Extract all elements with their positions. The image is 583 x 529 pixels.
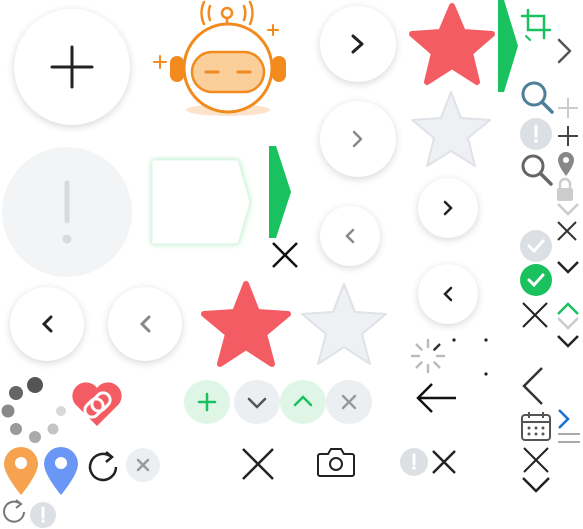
next-button[interactable] <box>320 6 396 82</box>
calendar-icon[interactable] <box>520 410 552 442</box>
alert-icon <box>41 506 45 523</box>
close-icon[interactable] <box>522 446 550 474</box>
map-pin-icon[interactable] <box>2 445 40 497</box>
alert-badge <box>520 118 552 150</box>
chevron-left-icon <box>443 286 453 302</box>
search-icon[interactable] <box>520 80 554 114</box>
map-pin-icon[interactable] <box>42 445 80 497</box>
robot-mascot <box>144 0 294 120</box>
clear-button[interactable] <box>126 448 160 482</box>
lock-icon[interactable] <box>554 176 576 202</box>
refresh-icon[interactable] <box>0 498 28 526</box>
chevron-down-icon <box>247 397 267 409</box>
chevron-down-icon[interactable] <box>556 258 580 276</box>
chevron-right-icon[interactable] <box>556 38 574 64</box>
check-badge <box>520 264 552 296</box>
close-icon <box>136 458 150 472</box>
alert-icon <box>534 124 538 143</box>
loading-spinner-icon <box>410 338 446 374</box>
arrow-tag-icon[interactable] <box>146 156 256 252</box>
close-icon[interactable] <box>430 448 458 476</box>
close-icon <box>341 394 357 410</box>
chevron-down-icon[interactable] <box>556 200 580 218</box>
alert-large <box>2 147 132 277</box>
star-outline-icon[interactable] <box>408 88 494 170</box>
alert-icon <box>412 453 416 470</box>
chevron-down-icon[interactable] <box>520 474 552 496</box>
chevron-left-icon[interactable] <box>520 366 546 406</box>
chevron-left-icon <box>345 228 355 244</box>
plus-icon <box>50 45 94 89</box>
chevron-down-icon[interactable] <box>556 316 580 332</box>
dots-icon <box>452 338 488 376</box>
green-arrow-tab <box>498 0 518 92</box>
chevron-right-icon <box>443 200 453 216</box>
alert-badge <box>30 502 56 528</box>
robot-mascot-icon <box>153 0 286 116</box>
plus-small-icon[interactable] <box>556 96 580 120</box>
chevron-right-icon <box>352 130 363 148</box>
expand-pill-button[interactable] <box>234 380 280 424</box>
camera-icon[interactable] <box>316 446 356 478</box>
prev-button[interactable] <box>320 206 380 266</box>
add-button[interactable] <box>14 9 130 125</box>
prev-button-disabled[interactable] <box>108 287 182 361</box>
crop-icon[interactable] <box>520 6 554 41</box>
close-icon[interactable] <box>520 300 550 330</box>
close-icon[interactable] <box>556 220 578 242</box>
check-icon <box>527 273 545 288</box>
prev-button-small[interactable] <box>418 264 478 324</box>
chevron-left-icon <box>41 315 53 333</box>
star-outline-icon[interactable] <box>298 280 390 368</box>
menu-lines-icon[interactable] <box>556 432 582 444</box>
prev-button[interactable] <box>10 287 84 361</box>
chevron-up-icon <box>293 395 313 407</box>
add-pill-button[interactable] <box>184 380 230 424</box>
plus-small-icon[interactable] <box>556 124 580 148</box>
next-button-small[interactable] <box>418 178 478 238</box>
close-icon[interactable] <box>270 240 300 270</box>
plus-small-icon <box>197 392 217 412</box>
star-icon[interactable] <box>408 2 496 86</box>
check-badge-disabled <box>520 230 552 262</box>
clear-pill-button[interactable] <box>326 380 372 424</box>
chevron-left-icon <box>139 315 151 333</box>
alert-badge <box>400 448 428 476</box>
close-icon[interactable] <box>240 446 276 482</box>
map-pin-icon[interactable] <box>556 150 576 178</box>
check-icon <box>527 239 545 254</box>
loading-spinner-icon <box>1 377 66 443</box>
next-button-disabled[interactable] <box>320 101 396 177</box>
chevron-down-icon[interactable] <box>556 334 580 350</box>
star-icon[interactable] <box>200 280 292 368</box>
arrow-left-icon[interactable] <box>414 380 458 416</box>
chevron-right-icon <box>351 34 364 54</box>
heart-link-icon[interactable] <box>70 380 124 428</box>
chevron-right-icon[interactable] <box>556 408 572 430</box>
collapse-pill-button[interactable] <box>280 380 326 424</box>
green-arrow-tab <box>269 146 291 238</box>
alert-icon <box>62 180 72 244</box>
search-icon[interactable] <box>520 153 554 187</box>
refresh-icon[interactable] <box>84 448 122 486</box>
